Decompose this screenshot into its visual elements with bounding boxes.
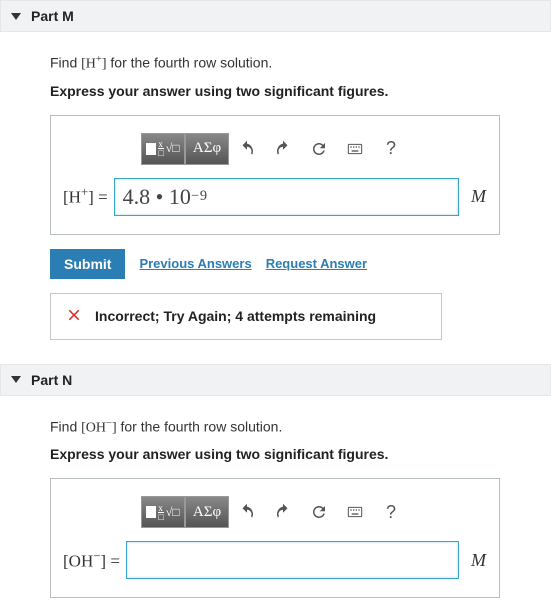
part-m-input-row: [H+] = 4.8 • 10−9 M	[63, 178, 487, 216]
part-n-input-row: [OH−] = M	[63, 541, 487, 579]
part-n-title: Part N	[31, 372, 72, 388]
help-button[interactable]: ?	[373, 133, 409, 165]
incorrect-icon	[65, 306, 83, 327]
part-n-answer-input[interactable]	[126, 541, 459, 579]
greek-button[interactable]: ΑΣφ	[185, 496, 229, 528]
undo-button[interactable]	[229, 133, 265, 165]
part-m-answer-box: x□ √□ ΑΣφ ? [H+] = 4.8 • 10−9 M	[50, 115, 500, 235]
part-m-actions: Submit Previous Answers Request Answer	[50, 249, 537, 279]
part-m-feedback: Incorrect; Try Again; 4 attempts remaini…	[50, 293, 442, 340]
part-n-instruction: Express your answer using two significan…	[50, 446, 537, 462]
part-m-title: Part M	[31, 8, 74, 24]
previous-answers-link[interactable]: Previous Answers	[139, 256, 251, 271]
part-m-unit: M	[465, 186, 487, 207]
redo-button[interactable]	[265, 133, 301, 165]
part-m-prompt: Find [H+] for the fourth row solution.	[50, 54, 537, 73]
greek-button[interactable]: ΑΣφ	[185, 133, 229, 165]
prompt-prefix: Find	[50, 55, 81, 71]
keyboard-button[interactable]	[337, 496, 373, 528]
reset-button[interactable]	[301, 496, 337, 528]
submit-button[interactable]: Submit	[50, 249, 125, 279]
redo-button[interactable]	[265, 496, 301, 528]
keyboard-button[interactable]	[337, 133, 373, 165]
part-n-answer-box: x□ √□ ΑΣφ ? [OH−] = M	[50, 478, 500, 598]
prompt-symbol-open: [H	[81, 57, 96, 72]
collapse-icon	[11, 13, 21, 20]
prompt-suffix: for the fourth row solution.	[117, 418, 283, 434]
value-mantissa: 4.8 • 10	[123, 184, 191, 210]
undo-button[interactable]	[229, 496, 265, 528]
request-answer-link[interactable]: Request Answer	[266, 256, 367, 271]
part-n-prompt: Find [OH−] for the fourth row solution.	[50, 418, 537, 437]
help-button[interactable]: ?	[373, 496, 409, 528]
part-n-header[interactable]: Part N	[0, 364, 551, 396]
part-m-header[interactable]: Part M	[0, 0, 551, 32]
part-m-toolbar: x□ √□ ΑΣφ ?	[63, 132, 487, 166]
prompt-symbol-open: [OH	[81, 420, 106, 435]
templates-button[interactable]: x□ √□	[141, 133, 185, 165]
part-m-answer-input[interactable]: 4.8 • 10−9	[114, 178, 459, 216]
prompt-suffix: for the fourth row solution.	[107, 55, 273, 71]
value-exponent: −9	[191, 188, 208, 205]
part-m-instruction: Express your answer using two significan…	[50, 83, 537, 99]
part-m-body: Find [H+] for the fourth row solution. E…	[0, 32, 551, 354]
collapse-icon	[11, 376, 21, 383]
prompt-prefix: Find	[50, 418, 81, 434]
part-n-lhs: [OH−] =	[63, 549, 120, 572]
part-n-body: Find [OH−] for the fourth row solution. …	[0, 396, 551, 612]
templates-button[interactable]: x□ √□	[141, 496, 185, 528]
feedback-message: Incorrect; Try Again; 4 attempts remaini…	[95, 308, 376, 324]
part-n-unit: M	[465, 550, 487, 571]
part-n-toolbar: x□ √□ ΑΣφ ?	[63, 495, 487, 529]
part-m-lhs: [H+] =	[63, 185, 108, 208]
reset-button[interactable]	[301, 133, 337, 165]
